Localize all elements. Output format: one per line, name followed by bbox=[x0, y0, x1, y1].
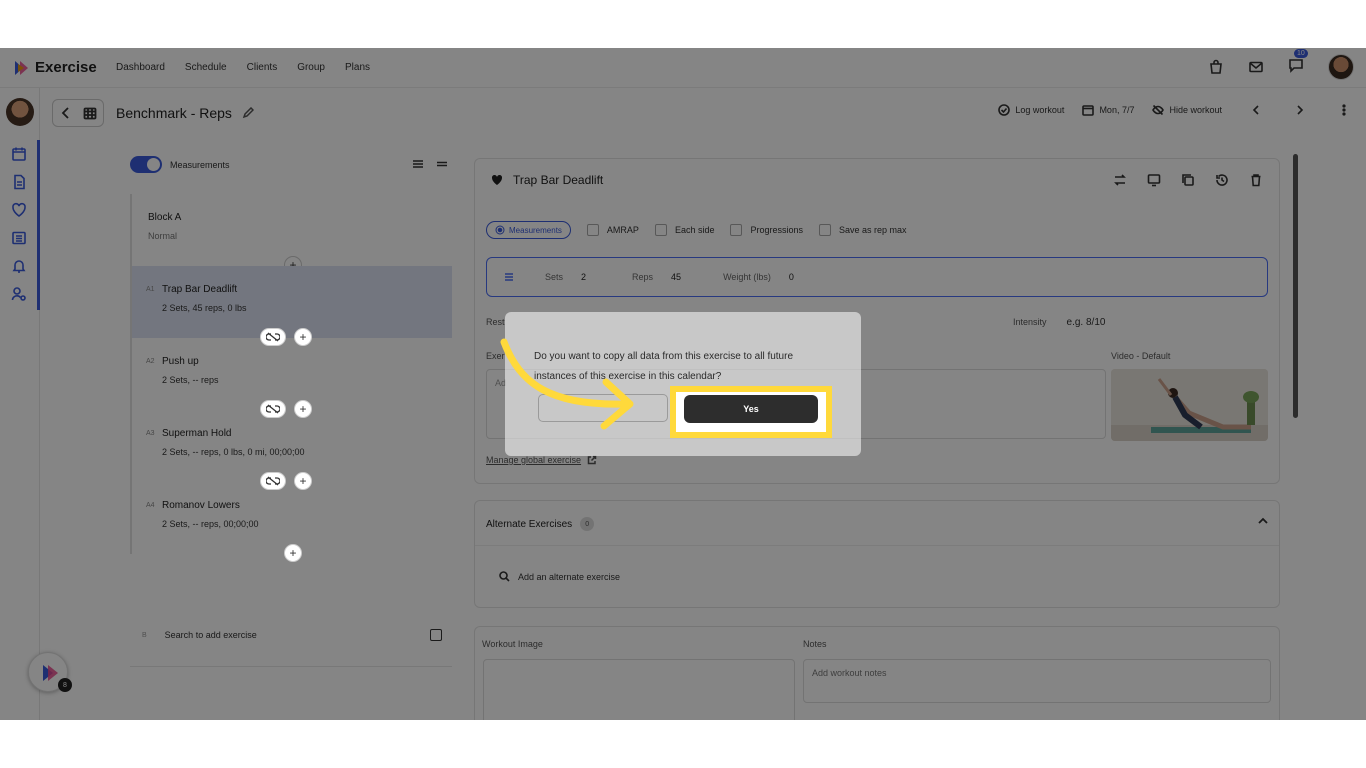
unlink-icon bbox=[266, 476, 280, 486]
exercise-actions: + bbox=[260, 472, 312, 490]
unlink-icon bbox=[266, 404, 280, 414]
unlink-icon bbox=[266, 332, 280, 342]
unlink-button[interactable] bbox=[260, 400, 286, 418]
yes-button[interactable]: Yes bbox=[684, 395, 818, 423]
exercise-actions: + bbox=[260, 328, 312, 346]
add-exercise-button[interactable]: + bbox=[294, 400, 312, 418]
unlink-button[interactable] bbox=[260, 328, 286, 346]
pointer-arrow-icon bbox=[500, 338, 634, 430]
add-exercise-button[interactable]: + bbox=[294, 328, 312, 346]
app-frame: Exercise Dashboard Schedule Clients Grou… bbox=[0, 48, 1366, 720]
exercise-actions: + bbox=[284, 544, 302, 562]
add-exercise-button[interactable]: + bbox=[294, 472, 312, 490]
exercise-actions: + bbox=[260, 400, 312, 418]
add-exercise-button[interactable]: + bbox=[284, 544, 302, 562]
unlink-button[interactable] bbox=[260, 472, 286, 490]
